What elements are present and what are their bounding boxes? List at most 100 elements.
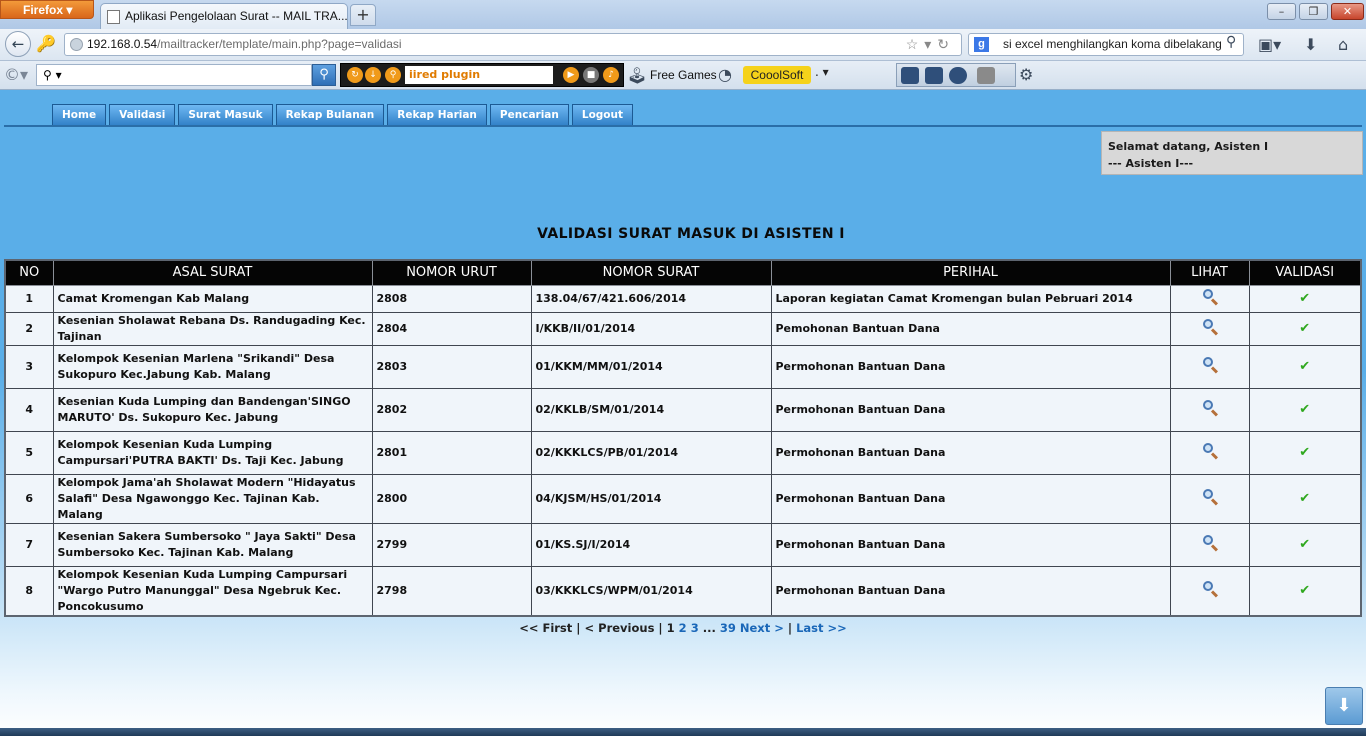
menu-validasi[interactable]: Validasi	[109, 104, 176, 126]
restore-icon[interactable]: ❐	[1299, 3, 1328, 20]
tab-title: Aplikasi Pengelolaan Surat -- MAIL TRA..…	[125, 9, 348, 23]
site-identity-icon[interactable]	[70, 38, 83, 51]
view-magnifier-icon[interactable]	[1202, 356, 1218, 374]
home-icon[interactable]: ⌂	[1338, 35, 1348, 54]
bookmark-star-icon[interactable]: ☆▾↻	[906, 36, 955, 53]
pager-page-2[interactable]: 2	[679, 621, 687, 635]
search-go-icon[interactable]: ⚲	[1226, 34, 1236, 50]
col-no: NO	[4, 259, 54, 286]
download-icon[interactable]: ↓	[365, 67, 381, 83]
validate-check-icon[interactable]: ✔	[1299, 445, 1310, 460]
toolbar-search-button[interactable]: ⚲	[312, 64, 336, 86]
cell-nomor: 138.04/67/421.606/2014	[530, 284, 772, 313]
cell-urut: 2804	[371, 311, 532, 346]
cell-lihat	[1169, 430, 1250, 475]
radio-toolbar: ↻ ↓ ⚲ iired plugin ▶ ■ ♪	[340, 63, 624, 87]
pager-last[interactable]: Last >>	[796, 621, 847, 635]
page-favicon-icon	[107, 10, 120, 24]
col-nomor-urut: NOMOR URUT	[371, 259, 532, 286]
pager-sep: |	[572, 621, 585, 635]
key-icon[interactable]: 🔑	[36, 34, 56, 53]
refresh-icon[interactable]: ↻	[347, 67, 363, 83]
menu-logout[interactable]: Logout	[571, 104, 634, 126]
validate-check-icon[interactable]: ✔	[1299, 291, 1310, 306]
close-window-icon[interactable]: ✕	[1331, 3, 1364, 20]
view-magnifier-icon[interactable]	[1202, 318, 1218, 336]
speedometer-icon[interactable]: ◔	[718, 65, 732, 84]
main-menu: Home Validasi Surat Masuk Rekap Bulanan …	[52, 104, 636, 126]
cell-urut: 2800	[371, 473, 532, 524]
validation-table: NO ASAL SURAT NOMOR URUT NOMOR SURAT PER…	[4, 259, 1362, 617]
coolsoft-button[interactable]: CooolSoft	[743, 66, 811, 84]
scroll-down-icon[interactable]: ⬇	[1325, 687, 1363, 725]
cell-perihal: Pemohonan Bantuan Dana	[770, 311, 1171, 346]
cell-no: 6	[4, 473, 54, 524]
toolbar-more-menu[interactable]: . ▾	[815, 65, 829, 79]
people-icon[interactable]	[901, 67, 919, 84]
pager-page-3[interactable]: 3	[691, 621, 699, 635]
cell-no: 3	[4, 344, 54, 389]
cell-asal: Kesenian Sakera Sumbersoko " Jaya Sakti"…	[52, 522, 373, 567]
view-magnifier-icon[interactable]	[1202, 399, 1218, 417]
google-icon[interactable]: g	[974, 37, 989, 52]
menu-rekap-harian[interactable]: Rekap Harian	[387, 104, 487, 126]
cell-no: 4	[4, 387, 54, 432]
pager-first: << First	[519, 621, 573, 635]
stop-icon[interactable]: ■	[583, 67, 599, 83]
cell-urut: 2799	[371, 522, 532, 567]
view-magnifier-icon[interactable]	[1202, 488, 1218, 506]
cell-validasi: ✔	[1248, 344, 1362, 389]
toolbar-search-input[interactable]: ⚲ ▾	[36, 64, 312, 86]
validate-check-icon[interactable]: ✔	[1299, 491, 1310, 506]
volume-icon[interactable]: ♪	[603, 67, 619, 83]
network-icon[interactable]: ⚙	[1019, 65, 1033, 84]
view-magnifier-icon[interactable]	[1202, 442, 1218, 460]
firefox-menu-button[interactable]: Firefox ▾	[0, 0, 94, 19]
downloads-icon[interactable]: ⬇	[1304, 35, 1317, 54]
globe-icon[interactable]	[949, 67, 967, 84]
table-row: 7 Kesenian Sakera Sumbersoko " Jaya Sakt…	[4, 522, 1362, 567]
radio-station-field[interactable]: iired plugin	[405, 66, 553, 84]
profile-icon[interactable]	[977, 67, 995, 84]
cell-urut: 2808	[371, 284, 532, 313]
view-magnifier-icon[interactable]	[1202, 288, 1218, 306]
validate-check-icon[interactable]: ✔	[1299, 402, 1310, 417]
play-icon[interactable]: ▶	[563, 67, 579, 83]
cell-perihal: Permohonan Bantuan Dana	[770, 522, 1171, 567]
menu-pencarian[interactable]: Pencarian	[489, 104, 569, 126]
cell-perihal: Permohonan Bantuan Dana	[770, 473, 1171, 524]
minimize-icon[interactable]: –	[1267, 3, 1296, 20]
address-bar[interactable]: 192.168.0.54/mailtracker/template/main.p…	[64, 33, 962, 56]
cell-perihal: Permohonan Bantuan Dana	[770, 430, 1171, 475]
bookmarks-menu-icon[interactable]: ▣▾	[1258, 35, 1281, 54]
menu-surat-masuk[interactable]: Surat Masuk	[178, 104, 273, 126]
new-tab-button[interactable]: +	[350, 4, 376, 26]
windows-taskbar	[0, 728, 1366, 736]
menu-home[interactable]: Home	[52, 104, 107, 126]
validate-check-icon[interactable]: ✔	[1299, 359, 1310, 374]
back-icon[interactable]: ←	[5, 31, 31, 57]
pager-next[interactable]: Next >	[740, 621, 784, 635]
free-games-link[interactable]: Free Games	[650, 68, 717, 82]
toolbar-logo-icon[interactable]: ©▾	[4, 65, 28, 84]
cell-validasi: ✔	[1248, 522, 1362, 567]
cell-lihat	[1169, 565, 1250, 616]
cell-nomor: 03/KKKLCS/WPM/01/2014	[530, 565, 772, 616]
url-host: 192.168.0.54	[87, 37, 158, 51]
pager-page-39[interactable]: 39	[720, 621, 736, 635]
cell-nomor: 01/KS.SJ/I/2014	[530, 522, 772, 567]
validate-check-icon[interactable]: ✔	[1299, 321, 1310, 336]
cell-no: 2	[4, 311, 54, 346]
radio-search-icon[interactable]: ⚲	[385, 67, 401, 83]
browser-tab-active[interactable]: Aplikasi Pengelolaan Surat -- MAIL TRA..…	[100, 3, 348, 29]
view-magnifier-icon[interactable]	[1202, 534, 1218, 552]
search-bar[interactable]: g si excel menghilangkan koma dibelakang	[968, 33, 1244, 56]
menu-divider	[4, 125, 1362, 127]
view-magnifier-icon[interactable]	[1202, 580, 1218, 598]
chat-icon[interactable]	[925, 67, 943, 84]
menu-rekap-bulanan[interactable]: Rekap Bulanan	[275, 104, 385, 126]
validate-check-icon[interactable]: ✔	[1299, 537, 1310, 552]
cell-perihal: Permohonan Bantuan Dana	[770, 344, 1171, 389]
table-row: 5 Kelompok Kesenian Kuda Lumping Campurs…	[4, 430, 1362, 475]
validate-check-icon[interactable]: ✔	[1299, 583, 1310, 598]
